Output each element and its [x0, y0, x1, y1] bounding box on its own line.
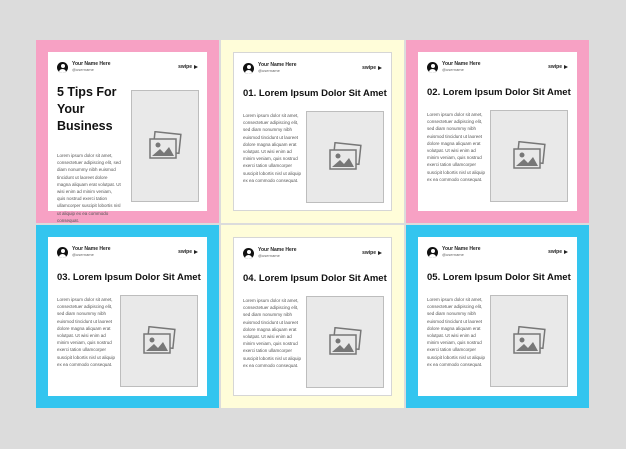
slide-tip-02: Your Name Here @username swipe 02. Lorem…	[406, 40, 589, 223]
profile-header: Your Name Here @username swipe	[427, 61, 568, 75]
slide-title: 05. Lorem Ipsum Dolor Sit Amet	[427, 272, 571, 283]
slide-tip-05: Your Name Here @username swipe 05. Lorem…	[406, 225, 589, 408]
image-placeholder-icon	[513, 326, 546, 354]
swipe-label: swipe	[548, 64, 562, 70]
swipe-label: swipe	[178, 249, 192, 255]
swipe-label: swipe	[178, 64, 192, 70]
slide-body-text: Lorem ipsum dolor sit amet, consectetuer…	[57, 153, 121, 223]
profile-handle: @username	[72, 67, 94, 72]
slide-card: Your Name Here @username swipe 01. Lorem…	[233, 52, 392, 211]
swipe-indicator[interactable]: swipe	[548, 64, 568, 70]
image-placeholder-icon	[149, 131, 182, 159]
swipe-label: swipe	[362, 250, 376, 256]
user-avatar-icon	[57, 62, 68, 73]
arrow-right-icon	[378, 250, 382, 255]
swipe-label: swipe	[362, 65, 376, 71]
user-avatar-icon	[243, 63, 254, 74]
image-placeholder-icon	[329, 327, 362, 355]
image-placeholder	[120, 295, 198, 387]
slide-title: 5 Tips For Your Business	[57, 85, 117, 133]
swipe-indicator[interactable]: swipe	[362, 250, 382, 256]
swipe-indicator[interactable]: swipe	[548, 249, 568, 255]
swipe-label: swipe	[548, 249, 562, 255]
arrow-right-icon	[378, 65, 382, 70]
slide-intro: Your Name Here @username swipe 5 Tips Fo…	[36, 40, 219, 223]
slide-body-text: Lorem ipsum dolor sit amet, consectetuer…	[243, 113, 302, 183]
arrow-right-icon	[194, 64, 198, 69]
profile-header: Your Name Here @username swipe	[243, 62, 382, 76]
image-placeholder-icon	[329, 142, 362, 170]
slide-body-text: Lorem ipsum dolor sit amet, consectetuer…	[427, 112, 486, 182]
user-avatar-icon	[427, 62, 438, 73]
image-placeholder	[131, 90, 199, 202]
image-placeholder	[490, 110, 568, 202]
user-avatar-icon	[427, 247, 438, 258]
arrow-right-icon	[564, 249, 568, 254]
slide-card: Your Name Here @username swipe 05. Lorem…	[418, 237, 577, 396]
profile-header: Your Name Here @username swipe	[57, 246, 198, 260]
swipe-indicator[interactable]: swipe	[178, 64, 198, 70]
slide-title: 04. Lorem Ipsum Dolor Sit Amet	[243, 273, 387, 284]
slide-card: Your Name Here @username swipe 5 Tips Fo…	[48, 52, 207, 223]
swipe-indicator[interactable]: swipe	[178, 249, 198, 255]
profile-handle: @username	[258, 253, 280, 258]
user-avatar-icon	[57, 247, 68, 258]
slide-card: Your Name Here @username swipe 04. Lorem…	[233, 237, 392, 396]
arrow-right-icon	[194, 249, 198, 254]
profile-handle: @username	[442, 252, 464, 257]
profile-handle: @username	[258, 68, 280, 73]
slide-tip-01: Your Name Here @username swipe 01. Lorem…	[221, 40, 404, 223]
user-avatar-icon	[243, 248, 254, 259]
image-placeholder-icon	[143, 326, 176, 354]
arrow-right-icon	[564, 64, 568, 69]
slide-title: 01. Lorem Ipsum Dolor Sit Amet	[243, 88, 387, 99]
profile-handle: @username	[72, 252, 94, 257]
slide-tip-03: Your Name Here @username swipe 03. Lorem…	[36, 225, 219, 408]
slide-title: 02. Lorem Ipsum Dolor Sit Amet	[427, 87, 571, 98]
profile-header: Your Name Here @username swipe	[427, 246, 568, 260]
slide-body-text: Lorem ipsum dolor sit amet, consectetuer…	[57, 297, 116, 367]
slide-title: 03. Lorem Ipsum Dolor Sit Amet	[57, 272, 201, 283]
slide-tip-04: Your Name Here @username swipe 04. Lorem…	[221, 225, 404, 408]
image-placeholder-icon	[513, 141, 546, 169]
slide-card: Your Name Here @username swipe 02. Lorem…	[418, 52, 577, 211]
profile-handle: @username	[442, 67, 464, 72]
image-placeholder	[306, 296, 384, 388]
profile-header: Your Name Here @username swipe	[243, 247, 382, 261]
swipe-indicator[interactable]: swipe	[362, 65, 382, 71]
slide-body-text: Lorem ipsum dolor sit amet, consectetuer…	[243, 298, 302, 368]
slide-body-text: Lorem ipsum dolor sit amet, consectetuer…	[427, 297, 486, 367]
image-placeholder	[490, 295, 568, 387]
profile-header: Your Name Here @username swipe	[57, 61, 198, 75]
image-placeholder	[306, 111, 384, 203]
slide-card: Your Name Here @username swipe 03. Lorem…	[48, 237, 207, 396]
